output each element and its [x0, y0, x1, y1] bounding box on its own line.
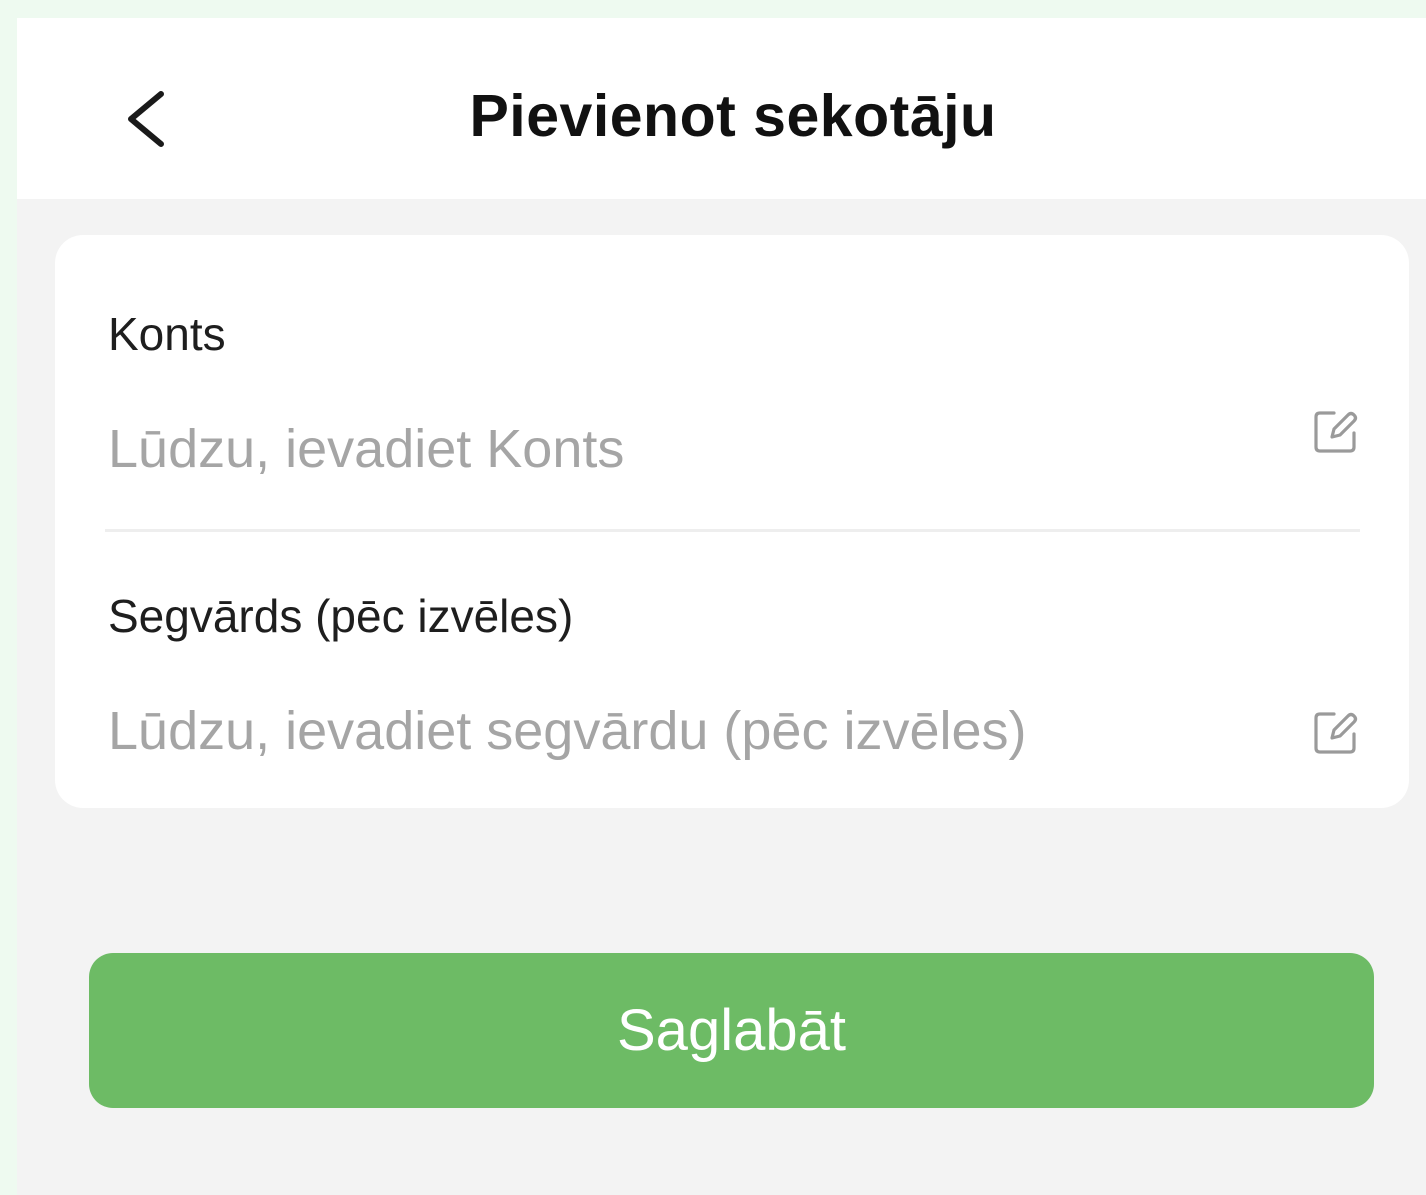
account-label: Konts	[108, 308, 226, 360]
account-input[interactable]	[108, 409, 1258, 489]
page-title: Pievienot sekotāju	[469, 83, 997, 149]
edit-icon[interactable]	[1310, 407, 1360, 457]
nickname-input[interactable]	[108, 691, 1258, 771]
top-bar: Pievienot sekotāju	[17, 18, 1426, 199]
field-divider	[105, 529, 1360, 532]
save-button[interactable]: Saglabāt	[89, 953, 1374, 1108]
edit-icon[interactable]	[1310, 708, 1360, 758]
add-follower-screen: Pievienot sekotāju Konts Segvārds (pēc i…	[17, 18, 1426, 1195]
form-card: Konts Segvārds (pēc izvēles)	[55, 235, 1409, 808]
nickname-label: Segvārds (pēc izvēles)	[108, 590, 574, 642]
